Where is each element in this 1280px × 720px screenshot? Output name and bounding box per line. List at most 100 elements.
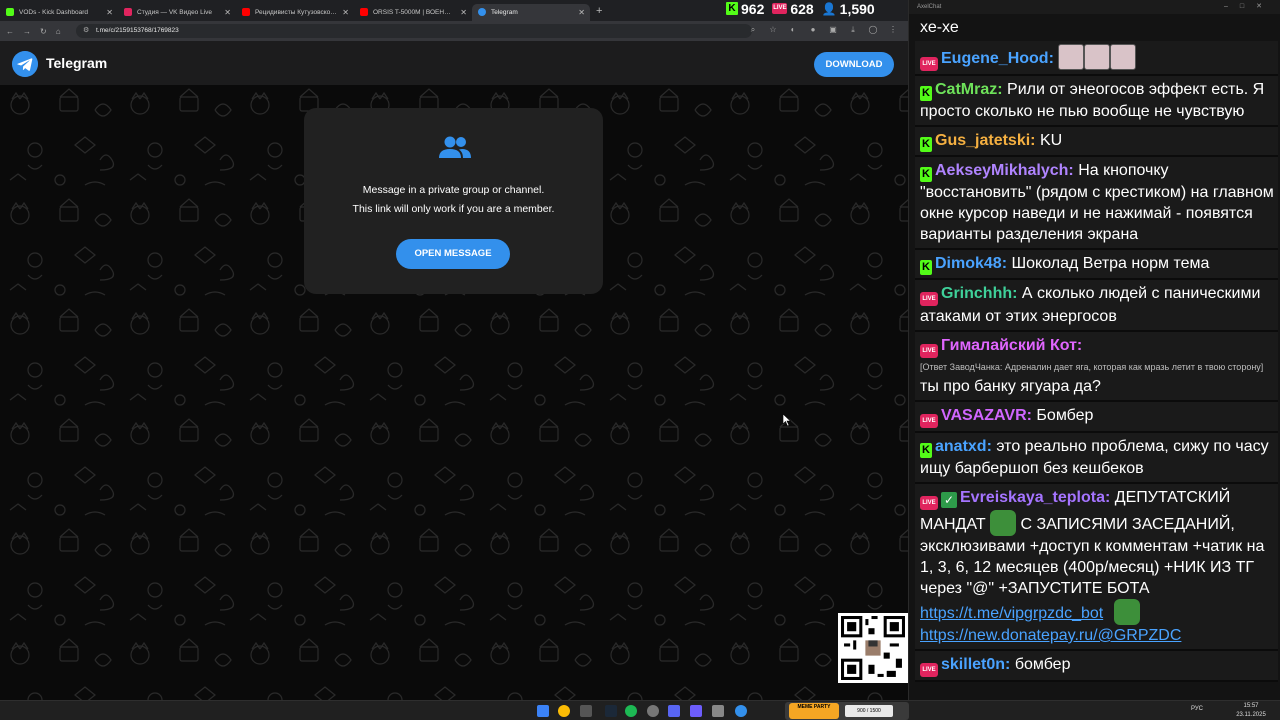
profile-icon[interactable]: ◯ [868, 25, 878, 35]
discord-icon[interactable] [668, 705, 680, 717]
tab-title: Студия — VK Видео Live [137, 8, 213, 16]
chat-message: LIVE skillet0n: бомбер [915, 651, 1278, 682]
reload-icon[interactable]: ↻ [40, 27, 47, 36]
message-text: Шоколад Ветра норм тема [1011, 255, 1210, 272]
user-icon: 👤 [821, 1, 837, 16]
forward-arrow-icon[interactable]: → [23, 27, 31, 36]
emote-icon [1058, 44, 1085, 70]
home-icon[interactable]: ⌂ [56, 27, 61, 36]
group-users-icon [439, 136, 471, 158]
chat-message: LIVE ✓ Evreiskaya_teplota: ДЕПУТАТСКИЙ МАН… [915, 484, 1278, 651]
tab-kick-dashboard[interactable]: VODs - Kick Dashboard ✕ [0, 4, 118, 21]
clock[interactable]: 15:57 23.11.2025 [1228, 702, 1274, 720]
url-field[interactable]: ⚙ t.me/c/2159153768/1769823 [76, 24, 752, 38]
obs-icon[interactable] [647, 705, 659, 717]
username: Evreiskaya_teplota: [960, 489, 1111, 506]
language-indicator[interactable]: РУС [1191, 706, 1203, 712]
tab-title: ORSIS T-5000M | ВОЕННАЯ ВИ [373, 8, 455, 16]
kick-viewer-count: 962 [741, 0, 765, 17]
vk-live-badge-icon: LIVE [920, 414, 938, 428]
close-icon[interactable]: ✕ [342, 8, 349, 17]
emote-icon [1084, 44, 1111, 70]
message-link[interactable]: https://new.donatepay.ru/@GRPZDC [920, 627, 1181, 644]
username: anatxd: [935, 438, 992, 455]
meme-party-label: MEME PARTY [789, 703, 839, 719]
mouse-cursor-icon [783, 414, 791, 426]
username: VASAZAVR: [941, 407, 1032, 424]
bookmark-star-icon[interactable]: ☆ [768, 25, 778, 35]
username: CatMraz: [935, 81, 1003, 98]
vk-live-badge-icon: LIVE [920, 292, 938, 306]
chat-message: хе-хе [915, 14, 1278, 41]
windows-start-icon[interactable] [537, 705, 549, 717]
vk-viewers: LIVE 628 [772, 1, 814, 17]
download-icon[interactable]: ⤓ [848, 25, 858, 35]
total-viewers: 👤 1,590 [822, 1, 875, 17]
site-info-icon[interactable]: ⚙ [83, 24, 89, 38]
chrome-icon[interactable] [558, 705, 570, 717]
app-icon[interactable] [712, 705, 724, 717]
tab-title: VODs - Kick Dashboard [19, 8, 88, 16]
app-icon[interactable] [690, 705, 702, 717]
zoom-icon[interactable]: ⌕ [748, 25, 758, 35]
puzzle-icon[interactable]: ▣ [828, 25, 838, 35]
youtube-favicon-icon [242, 8, 250, 16]
browser-window: VODs - Kick Dashboard ✕ Студия — VK Виде… [0, 0, 908, 700]
qr-code-image [838, 613, 908, 683]
vk-live-badge-icon: LIVE [920, 344, 938, 358]
telegram-logo-icon [12, 51, 38, 77]
kick-badge-icon: K [920, 137, 932, 152]
telegram-title: Telegram [46, 55, 108, 71]
steam-icon[interactable] [605, 705, 617, 717]
kick-badge-icon: K [920, 86, 932, 101]
open-message-button[interactable]: OPEN MESSAGE [396, 239, 510, 269]
close-icon[interactable]: ✕ [460, 8, 467, 17]
kick-badge-icon: K [920, 167, 932, 182]
message-link[interactable]: https://t.me/vipgrpzdc_bot [920, 605, 1103, 622]
clock-time: 15:57 [1243, 703, 1259, 709]
close-icon[interactable]: ✕ [106, 8, 113, 17]
toolbar-icons: ⌕ ☆ ◐ ● ▣ ⤓ ◯ ⋮ [748, 25, 898, 35]
window-controls[interactable]: –□✕ [1224, 0, 1274, 14]
clock-date: 23.11.2025 [1236, 712, 1266, 718]
menu-icon[interactable]: ⋮ [888, 25, 898, 35]
tab-telegram[interactable]: Telegram ✕ [472, 3, 590, 21]
stream-stats-overlay: K 962 LIVE 628 👤 1,590 [726, 0, 875, 17]
qr-code-icon [841, 616, 905, 680]
reply-quote: [Ответ ЗаводЧанка: Адреналин дает яга, к… [920, 362, 1264, 372]
back-arrow-icon[interactable]: ← [6, 27, 14, 36]
vk-live-icon: LIVE [772, 3, 788, 14]
username: Eugene_Hood: [941, 50, 1054, 67]
username: Grinchhh: [941, 285, 1018, 302]
file-explorer-icon[interactable] [580, 705, 592, 717]
username: skillet0n: [941, 656, 1011, 673]
emote-icon [1110, 44, 1137, 70]
download-button[interactable]: DOWNLOAD [814, 52, 894, 77]
youtube-favicon-icon [360, 8, 368, 16]
vk-live-badge-icon: LIVE [920, 663, 938, 677]
windows-taskbar: MEME PARTY 900 / 1500 РУС 15:57 23.11.20… [0, 700, 1280, 720]
username: AekseyMikhalych: [935, 162, 1074, 179]
kick-badge-icon: K [920, 443, 932, 458]
tab-youtube-video[interactable]: Рецидивисты Кутузовского пр ✕ [236, 4, 354, 21]
spotify-icon[interactable] [625, 705, 637, 717]
kick-favicon-icon [6, 8, 14, 16]
message-text: бомбер [1014, 656, 1071, 673]
close-icon[interactable]: ✕ [578, 8, 585, 17]
telegram-pattern-background: Message in a private group or channel. T… [0, 85, 908, 700]
meme-party-widget[interactable]: MEME PARTY 900 / 1500 [785, 702, 909, 720]
total-viewer-count: 1,590 [839, 0, 875, 17]
kick-viewers: K 962 [726, 1, 764, 17]
extension-icon[interactable]: ◐ [788, 25, 798, 35]
telegram-taskbar-icon[interactable] [735, 705, 747, 717]
close-icon[interactable]: ✕ [224, 8, 231, 17]
new-tab-button[interactable]: + [596, 5, 602, 17]
tab-title: Telegram [491, 8, 518, 16]
extension-icon[interactable]: ● [808, 25, 818, 35]
telegram-favicon-icon [478, 8, 486, 16]
tab-youtube-orsis[interactable]: ORSIS T-5000M | ВОЕННАЯ ВИ ✕ [354, 4, 472, 21]
chat-message: LIVE Eugene_Hood: [915, 41, 1278, 76]
tab-vk-studio[interactable]: Студия — VK Видео Live ✕ [118, 4, 236, 21]
chat-message: LIVE Гималайский Кот: [Ответ ЗаводЧанка: … [915, 332, 1278, 402]
message-text: хе-хе [920, 19, 959, 36]
